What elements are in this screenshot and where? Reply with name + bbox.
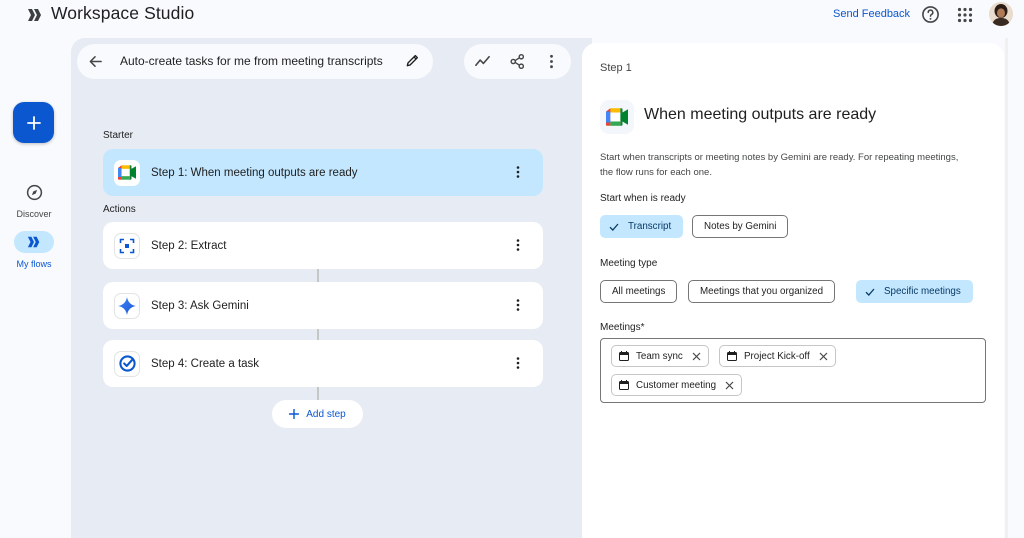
google-meet-icon: [118, 165, 136, 180]
plus-icon: [289, 409, 300, 419]
meeting-chip-project-kick-off: Project Kick-off: [719, 345, 836, 367]
more-vert-icon[interactable]: [511, 165, 525, 179]
step-label: Create a task: [187, 357, 260, 370]
panel-description: Start when transcripts or meeting notes …: [600, 152, 959, 178]
step-card-2[interactable]: Step 2: Extract: [103, 222, 543, 269]
panel-step-label: Step 1: [600, 62, 632, 74]
step-label: Extract: [187, 239, 227, 252]
help-icon[interactable]: [921, 5, 940, 24]
chip-transcript[interactable]: Transcript: [600, 215, 684, 238]
meeting-chip-team-sync: Team sync: [611, 345, 709, 367]
add-step-label: Add step: [306, 408, 346, 420]
remove-x-icon[interactable]: [819, 352, 828, 361]
chip-label: Notes by Gemini: [704, 221, 777, 232]
meeting-chip-label: Project Kick-off: [744, 350, 810, 362]
step-card-4[interactable]: Step 4: Create a task: [103, 340, 543, 387]
more-vert-icon[interactable]: [543, 53, 560, 70]
start-when-label: Start when is ready: [600, 193, 686, 204]
step-prefix: Step 3:: [151, 299, 188, 312]
actions-section-label: Actions: [103, 204, 136, 215]
rail-item-discover[interactable]: Discover: [6, 181, 62, 219]
create-flow-button[interactable]: [13, 102, 54, 143]
step-label: Ask Gemini: [187, 299, 249, 312]
top-app-bar: Workspace Studio Send Feedback: [0, 0, 1024, 30]
chip-label: Transcript: [628, 221, 672, 232]
avatar-image: [989, 2, 1013, 26]
compass-icon: [26, 184, 42, 200]
step-label: When meeting outputs are ready: [187, 166, 358, 179]
account-avatar[interactable]: [989, 2, 1013, 26]
meetings-field-label: Meetings*: [600, 322, 645, 333]
chip-label: All meetings: [612, 286, 666, 297]
check-icon: [609, 223, 619, 231]
app-title: Workspace Studio: [51, 3, 195, 23]
chip-notes-by-gemini[interactable]: Notes by Gemini: [692, 215, 789, 238]
my-flows-icon: [27, 236, 40, 248]
starter-section-label: Starter: [103, 130, 134, 141]
meeting-chip-label: Team sync: [636, 350, 683, 362]
more-vert-icon[interactable]: [511, 238, 525, 252]
rail-item-my-flows[interactable]: My flows: [6, 231, 62, 269]
meetings-selector[interactable]: Team sync Project Kick-off Customer meet…: [600, 338, 986, 403]
plus-icon: [26, 115, 41, 130]
flow-actions-bar: [464, 44, 571, 79]
calendar-icon: [619, 380, 629, 390]
step-connector: [317, 387, 319, 400]
page-scrollbar[interactable]: [1005, 38, 1008, 538]
google-meet-icon: [606, 108, 628, 126]
more-vert-icon[interactable]: [511, 298, 525, 312]
step-card-3[interactable]: Step 3: Ask Gemini: [103, 282, 543, 329]
remove-x-icon[interactable]: [692, 352, 701, 361]
calendar-icon: [727, 351, 737, 361]
chip-all-meetings[interactable]: All meetings: [600, 280, 678, 303]
google-apps-grid-icon[interactable]: [957, 7, 973, 23]
add-step-button[interactable]: Add step: [272, 400, 363, 428]
more-vert-icon[interactable]: [511, 356, 525, 370]
step-prefix: Step 2:: [151, 239, 188, 252]
edit-pencil-icon[interactable]: [405, 53, 420, 68]
remove-x-icon[interactable]: [725, 381, 734, 390]
gemini-sparkle-icon: [118, 296, 136, 315]
step-card-1[interactable]: Step 1: When meeting outputs are ready: [103, 149, 543, 196]
check-icon: [865, 288, 875, 296]
rail-label-my-flows: My flows: [16, 259, 52, 269]
step-connector: [317, 269, 319, 282]
chip-specific-meetings[interactable]: Specific meetings: [856, 280, 973, 303]
flow-title: Auto-create tasks for me from meeting tr…: [120, 54, 383, 68]
meeting-chip-customer-meeting: Customer meeting: [611, 374, 743, 396]
step-prefix: Step 4:: [151, 357, 188, 370]
chip-label: Specific meetings: [884, 286, 961, 297]
chip-label: Meetings that you organized: [700, 286, 824, 297]
panel-heading: When meeting outputs are ready: [644, 106, 877, 123]
send-feedback-link[interactable]: Send Feedback: [833, 8, 910, 20]
rail-label-discover: Discover: [16, 209, 52, 219]
extract-icon: [119, 238, 135, 253]
chip-meetings-you-organized[interactable]: Meetings that you organized: [688, 280, 836, 303]
step-prefix: Step 1:: [151, 166, 188, 179]
meeting-chip-label: Customer meeting: [636, 379, 717, 391]
calendar-icon: [619, 351, 629, 361]
activity-chart-icon[interactable]: [474, 53, 491, 70]
share-icon[interactable]: [509, 53, 526, 70]
step-details-panel: Step 1 When meeting outputs are ready St…: [582, 43, 1004, 538]
meeting-type-label: Meeting type: [600, 258, 658, 269]
google-tasks-icon: [118, 355, 136, 372]
back-arrow-icon[interactable]: [88, 54, 103, 69]
flow-title-bar: Auto-create tasks for me from meeting tr…: [77, 44, 433, 79]
workspace-studio-logo-icon: [28, 9, 41, 21]
